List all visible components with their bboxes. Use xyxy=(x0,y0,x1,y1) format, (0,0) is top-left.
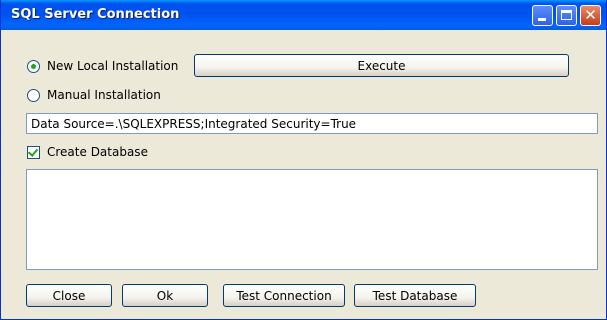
checkbox-check-icon xyxy=(27,146,39,157)
dialog-body: New Local Installation Execute Manual In… xyxy=(1,30,606,319)
test-database-button[interactable]: Test Database xyxy=(354,284,476,307)
maximize-button[interactable] xyxy=(556,5,577,26)
create-database-checkbox[interactable] xyxy=(27,146,40,159)
manual-installation-radio[interactable] xyxy=(27,89,40,102)
new-local-installation-label[interactable]: New Local Installation xyxy=(47,59,178,73)
execute-button[interactable]: Execute xyxy=(194,54,569,77)
minimize-icon xyxy=(538,18,546,21)
new-local-installation-radio[interactable] xyxy=(27,60,40,73)
close-button[interactable]: Close xyxy=(26,284,112,307)
output-textarea[interactable] xyxy=(26,169,598,270)
ok-button[interactable]: Ok xyxy=(122,284,208,307)
sql-connection-window: SQL Server Connection ✕ New Local Instal… xyxy=(0,0,607,320)
connection-string-input[interactable] xyxy=(26,113,598,134)
manual-installation-label[interactable]: Manual Installation xyxy=(47,88,161,102)
create-database-label[interactable]: Create Database xyxy=(47,145,148,159)
close-window-button[interactable]: ✕ xyxy=(580,5,601,26)
minimize-button[interactable] xyxy=(532,5,553,26)
radio-selected-dot xyxy=(31,64,36,69)
maximize-icon xyxy=(561,10,572,20)
window-title: SQL Server Connection xyxy=(11,7,180,22)
title-bar[interactable]: SQL Server Connection ✕ xyxy=(1,0,606,30)
close-icon: ✕ xyxy=(584,6,597,24)
test-connection-button[interactable]: Test Connection xyxy=(223,284,345,307)
